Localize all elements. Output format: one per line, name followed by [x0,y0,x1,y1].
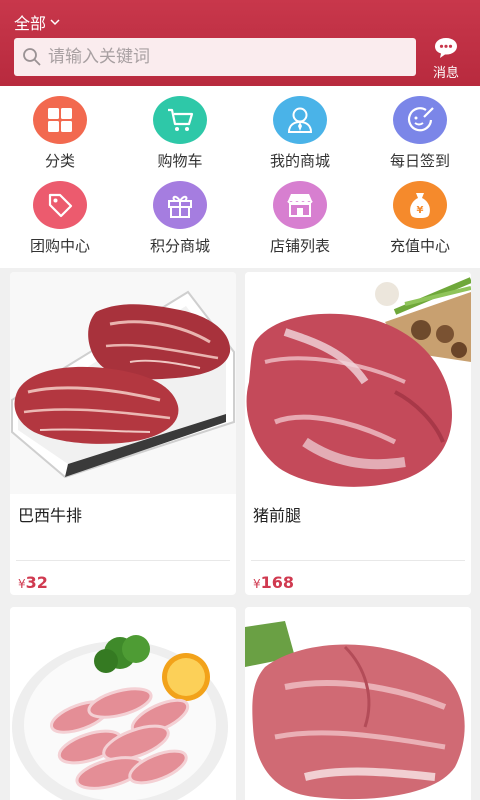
chat-bubble-icon [435,38,457,58]
menu-label: 我的商城 [269,152,330,170]
chevron-down-icon [50,19,60,26]
search-input[interactable] [48,47,388,67]
menu-label: 购物车 [157,152,203,170]
cart-icon [153,96,207,144]
menu-item-points-mall[interactable]: 积分商城 [120,171,240,256]
product-card[interactable]: 巴西牛排 ¥32 [10,272,236,595]
product-price: ¥168 [245,561,471,592]
message-label: 消息 [432,66,459,81]
checkin-icon [393,96,447,144]
message-button[interactable]: 消息 [424,36,468,82]
top-header: 全部 消息 [0,0,480,86]
menu-label: 每日签到 [389,152,450,170]
moneybag-icon: ¥ [393,181,447,229]
product-image-pork [245,607,471,800]
menu-label: 团购中心 [29,237,90,255]
product-image-steak [10,272,236,494]
category-label: 全部 [14,14,47,33]
menu-item-store-list[interactable]: 店铺列表 [240,171,360,256]
currency-symbol: ¥ [253,577,261,591]
product-name: 猪前腿 [253,506,302,525]
product-image-pork-leg [245,272,471,494]
product-card[interactable] [10,607,236,800]
product-card[interactable] [245,607,471,800]
product-name: 巴西牛排 [18,506,83,525]
gift-icon [153,181,207,229]
product-image-lamb-rolls [10,607,236,800]
menu-label: 充值中心 [389,237,450,255]
user-icon [273,96,327,144]
store-icon [273,181,327,229]
menu-item-cart[interactable]: 购物车 [120,86,240,171]
menu-item-group-buy[interactable]: 团购中心 [0,171,120,256]
tag-icon [33,181,87,229]
price-value: 168 [260,573,295,592]
grid-icon [33,96,87,144]
search-bar[interactable] [14,38,416,76]
menu-item-recharge[interactable]: ¥ 充值中心 [360,171,480,256]
category-dropdown[interactable]: 全部 [14,10,60,34]
price-value: 32 [25,573,48,592]
shortcut-menu: 分类 购物车 我的商城 每日签到 团购中心 积分商城 店铺列表 ¥ 充值中心 [0,86,480,268]
menu-label: 店铺列表 [269,237,330,255]
product-card[interactable]: 猪前腿 ¥168 [245,272,471,595]
svg-text:¥: ¥ [417,205,424,216]
currency-symbol: ¥ [18,577,26,591]
menu-item-category[interactable]: 分类 [0,86,120,171]
product-price: ¥32 [10,561,236,592]
menu-label: 积分商城 [149,237,210,255]
menu-item-my-mall[interactable]: 我的商城 [240,86,360,171]
menu-label: 分类 [44,152,75,170]
search-icon [23,48,41,66]
menu-item-daily-checkin[interactable]: 每日签到 [360,86,480,171]
